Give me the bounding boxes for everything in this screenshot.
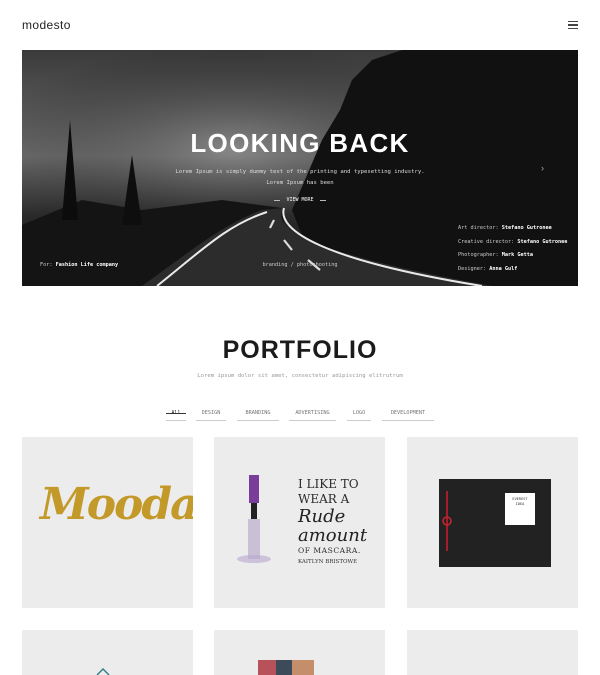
client-name: Fashion Life company <box>55 262 119 268</box>
filter-design[interactable]: DESIGN <box>196 408 226 421</box>
filter-advertising[interactable]: ADVERTISING <box>289 408 336 421</box>
quote-line: Rude <box>298 506 346 527</box>
quote-line: amount <box>298 525 368 546</box>
portfolio-item-5[interactable] <box>214 630 385 675</box>
quote-line: I LIKE TO <box>298 477 359 491</box>
card-line: IDEA <box>515 502 525 506</box>
business-card: EVEREST IDEA <box>505 493 535 525</box>
client-label: For: <box>40 262 53 268</box>
site-header: modesto <box>0 0 600 50</box>
portfolio-item-everest[interactable]: EVEREST IDEA <box>407 437 578 608</box>
mascara-quote: I LIKE TO WEAR A Rude amount OF MASCARA.… <box>298 477 378 565</box>
credit-art-director: Art director: Stefano Gutronee <box>458 225 552 231</box>
quote-line: OF MASCARA. <box>298 546 361 555</box>
collage-image-icon <box>258 660 314 675</box>
triangle-logo-icon <box>96 668 110 675</box>
hero-subtitle-line2: Lorem Ipsum has been <box>266 180 334 186</box>
mascara-illustration-icon <box>237 475 271 563</box>
portfolio-item-6[interactable] <box>407 630 578 675</box>
mooda-logo-text: Mooda <box>40 479 193 530</box>
portfolio-item-mascara[interactable]: I LIKE TO WEAR A Rude amount OF MASCARA.… <box>214 437 385 608</box>
filter-logo[interactable]: LOGO <box>347 408 371 421</box>
portfolio-subtitle: Lorem ipsum dolor sit amet, consectetur … <box>197 373 403 379</box>
view-more-link[interactable]: VIEW MORE <box>270 195 330 205</box>
credit-designer: Designer: Anna Gulf <box>458 265 518 272</box>
portfolio-item-mooda[interactable]: Mooda <box>22 437 193 608</box>
hero-title: LOOKING BACK <box>190 128 410 158</box>
ribbon-tie-icon <box>442 491 452 551</box>
quote-author: KAITLYN BRISTOWE <box>298 559 358 565</box>
credit-creative-director: Creative director: Stefano Gutronee <box>458 238 568 245</box>
hero-credits: Art director: Stefano Gutronee Creative … <box>458 222 567 276</box>
site-logo[interactable]: modesto <box>22 18 71 32</box>
filter-all[interactable]: All <box>166 408 186 421</box>
portfolio-filters: All DESIGN BRANDING ADVERTISING LOGO DEV… <box>0 408 600 422</box>
filter-development[interactable]: DEVELOPMENT <box>382 408 434 421</box>
next-slide-arrow-icon[interactable]: › <box>541 163 544 173</box>
portfolio-title: PORTFOLIO <box>222 336 378 364</box>
hamburger-menu-icon[interactable] <box>568 21 578 29</box>
hero-banner: LOOKING BACK Lorem Ipsum is simply dummy… <box>22 50 578 286</box>
hero-tags: branding / photoshooting <box>262 262 338 268</box>
portfolio-item-4[interactable] <box>22 630 193 675</box>
quote-line: WEAR A <box>298 492 350 506</box>
hero-client: For: Fashion Life company <box>40 262 118 268</box>
hero-subtitle-line1: Lorem Ipsum is simply dummy text of the … <box>175 169 425 175</box>
hero-subtitle: Lorem Ipsum is simply dummy text of the … <box>170 167 430 189</box>
credit-photographer: Photographer: Mark Getta <box>458 252 533 258</box>
filter-branding[interactable]: BRANDING <box>237 408 279 421</box>
